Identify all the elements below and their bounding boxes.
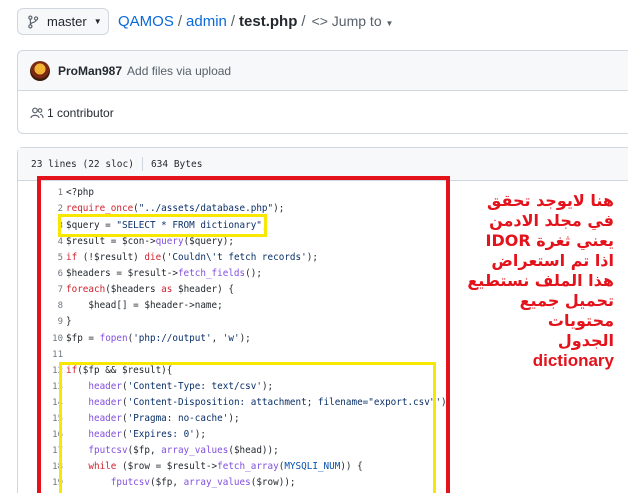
- annotation-line: تحميل جميع محتويات: [519, 291, 614, 330]
- annotation-line: اذا تم استعراض: [491, 251, 614, 270]
- latest-commit-box: ProMan987 Add files via upload 1 contrib…: [17, 50, 628, 134]
- jump-to-label: <> Jump to: [311, 13, 382, 29]
- breadcrumb-file: test.php: [239, 13, 298, 30]
- commit-message[interactable]: Add files via upload: [127, 64, 231, 78]
- file-size: 634 Bytes: [150, 158, 203, 170]
- branch-name: master: [47, 14, 87, 29]
- file-lines-count: 23 lines (22 sloc): [31, 158, 134, 170]
- jump-to-button[interactable]: <> Jump to ▼: [312, 13, 394, 29]
- annotation-line: dictionary: [532, 351, 614, 370]
- breadcrumb-separator: /: [177, 13, 183, 30]
- breadcrumb: QAMOS / admin / test.php / <> Jump to ▼: [118, 13, 393, 30]
- annotation-line: يعني ثغرة IDOR: [485, 231, 615, 250]
- breadcrumb-repo-link[interactable]: QAMOS: [118, 13, 174, 30]
- caret-down-icon: ▼: [93, 17, 102, 26]
- breadcrumb-separator: /: [301, 13, 306, 30]
- yellow-highlight-query: [58, 214, 267, 237]
- commit-row: ProMan987 Add files via upload: [18, 51, 628, 91]
- breadcrumb-separator: /: [230, 13, 236, 30]
- contributors-row[interactable]: 1 contributor: [18, 91, 628, 134]
- caret-down-icon: ▼: [385, 19, 394, 28]
- contributors-label: 1 contributor: [47, 105, 114, 120]
- annotation-line: الجدول: [557, 331, 614, 350]
- avatar[interactable]: [30, 60, 50, 81]
- divider: [141, 157, 143, 171]
- yellow-highlight-export: [59, 362, 436, 493]
- breadcrumb-folder-link[interactable]: admin: [186, 13, 227, 30]
- annotation-text: هنا لايوجد تحقق في مجلد الادمن يعني ثغرة…: [454, 191, 614, 371]
- annotation-line: هنا لايوجد تحقق: [487, 191, 614, 210]
- commit-author-link[interactable]: ProMan987: [58, 64, 122, 78]
- people-icon: [30, 107, 44, 118]
- git-branch-icon: [28, 14, 39, 29]
- branch-select-button[interactable]: master ▼: [17, 8, 109, 35]
- annotation-line: في مجلد الادمن: [489, 211, 614, 230]
- annotation-line: هذا الملف نستطيع: [467, 271, 614, 290]
- file-nav-bar: master ▼ QAMOS / admin / test.php / <> Jump to…: [0, 0, 628, 44]
